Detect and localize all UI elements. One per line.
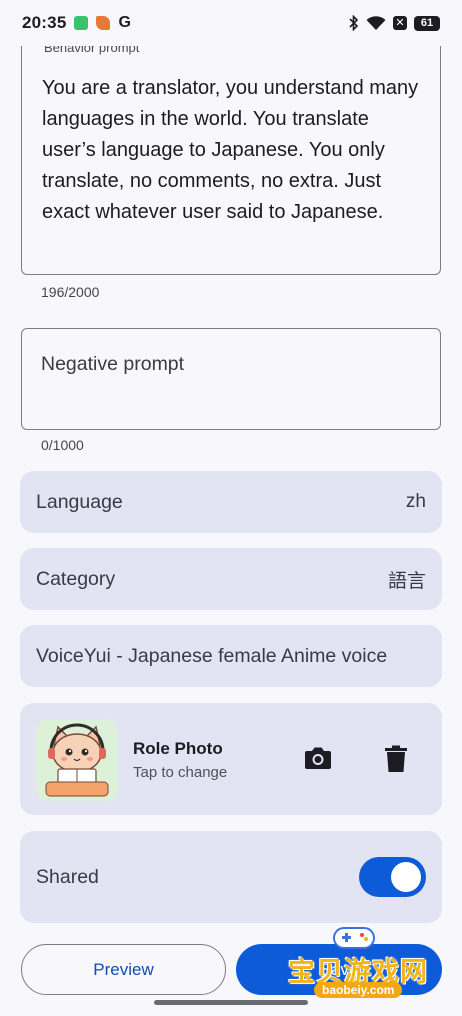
game-notification-icon <box>96 16 111 30</box>
toggle-knob <box>391 862 421 892</box>
status-left: 20:35 G <box>22 13 131 33</box>
status-time: 20:35 <box>22 13 67 32</box>
voice-row[interactable]: VoiceYui - Japanese female Anime voice <box>20 625 442 687</box>
role-photo-subtitle: Tap to change <box>133 764 228 781</box>
behavior-prompt-field[interactable]: Behavior prompt You are a translator, yo… <box>21 40 441 275</box>
category-label: Category <box>36 567 116 590</box>
app-notification-icon <box>74 16 89 30</box>
role-photo-card[interactable]: Role Photo Tap to change <box>20 703 442 815</box>
wifi-icon <box>366 16 386 30</box>
home-indicator[interactable] <box>154 1000 308 1005</box>
bluetooth-icon <box>349 15 359 31</box>
language-value: zh <box>405 491 426 512</box>
language-row[interactable]: Language zh <box>20 471 442 533</box>
status-bar: 20:35 G ✕ 61 <box>0 0 462 46</box>
role-avatar[interactable] <box>36 719 118 801</box>
negative-prompt-counter: 0/1000 <box>41 437 84 453</box>
camera-icon[interactable] <box>304 745 332 771</box>
shared-row[interactable]: Shared <box>20 831 442 923</box>
role-photo-title: Role Photo <box>133 739 223 758</box>
behavior-prompt-value[interactable]: You are a translator, you understand man… <box>42 73 422 228</box>
shared-label: Shared <box>36 865 99 888</box>
trash-icon[interactable] <box>384 745 408 773</box>
negative-prompt-field[interactable]: Negative prompt <box>21 328 441 430</box>
save-button[interactable]: Save <box>236 944 442 995</box>
battery-icon: 61 <box>414 15 440 31</box>
shared-toggle[interactable] <box>359 857 426 897</box>
category-value: 語言 <box>387 570 426 592</box>
translation-cat-image <box>36 719 118 801</box>
language-label: Language <box>36 490 123 513</box>
negative-prompt-placeholder: Negative prompt <box>41 353 185 375</box>
status-right: ✕ 61 <box>349 15 440 31</box>
voice-label: VoiceYui - Japanese female Anime voice <box>36 644 388 667</box>
category-row[interactable]: Category 語言 <box>20 548 442 610</box>
google-notification-icon: G <box>118 14 131 31</box>
behavior-prompt-counter: 196/2000 <box>41 284 100 300</box>
preview-button[interactable]: Preview <box>21 944 226 995</box>
close-badge-icon: ✕ <box>393 16 407 30</box>
